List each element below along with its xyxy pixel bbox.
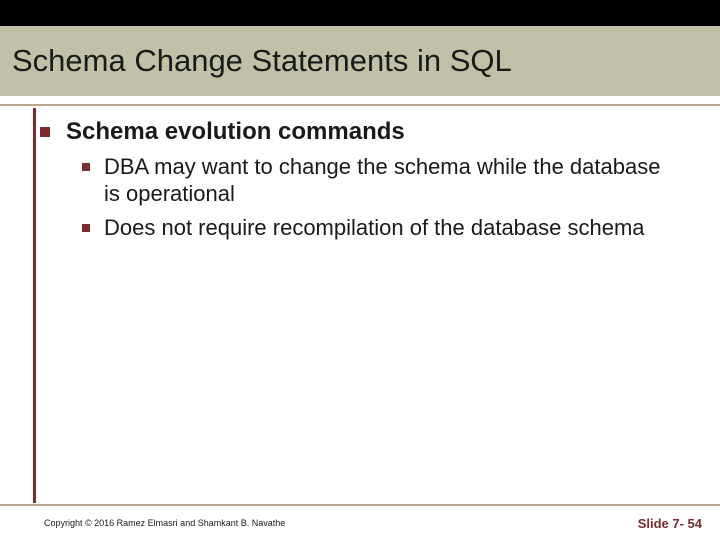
top-black-bar <box>0 0 720 26</box>
title-underline <box>0 96 720 106</box>
copyright-text: Copyright © 2016 Ramez Elmasri and Shamk… <box>44 518 285 528</box>
slide-title: Schema Change Statements in SQL <box>12 43 512 79</box>
bullet-level1-item: DBA may want to change the schema while … <box>82 153 700 208</box>
title-band: Schema Change Statements in SQL <box>0 26 720 96</box>
square-bullet-icon <box>40 127 50 137</box>
slide-number: Slide 7- 54 <box>638 516 702 531</box>
square-bullet-icon <box>82 163 90 171</box>
bullet-level1-item: Does not require recompilation of the da… <box>82 214 700 242</box>
bullet-level0: Schema evolution commands <box>40 118 700 147</box>
bullet-level0-text: Schema evolution commands <box>66 118 405 147</box>
left-vertical-rule <box>33 108 36 503</box>
content-area: Schema evolution commands DBA may want t… <box>40 118 700 247</box>
bullet-level1-group: DBA may want to change the schema while … <box>82 153 700 242</box>
bullet-level1-text: DBA may want to change the schema while … <box>104 153 664 208</box>
footer: Copyright © 2016 Ramez Elmasri and Shamk… <box>0 504 720 540</box>
square-bullet-icon <box>82 224 90 232</box>
bullet-level1-text: Does not require recompilation of the da… <box>104 214 645 242</box>
